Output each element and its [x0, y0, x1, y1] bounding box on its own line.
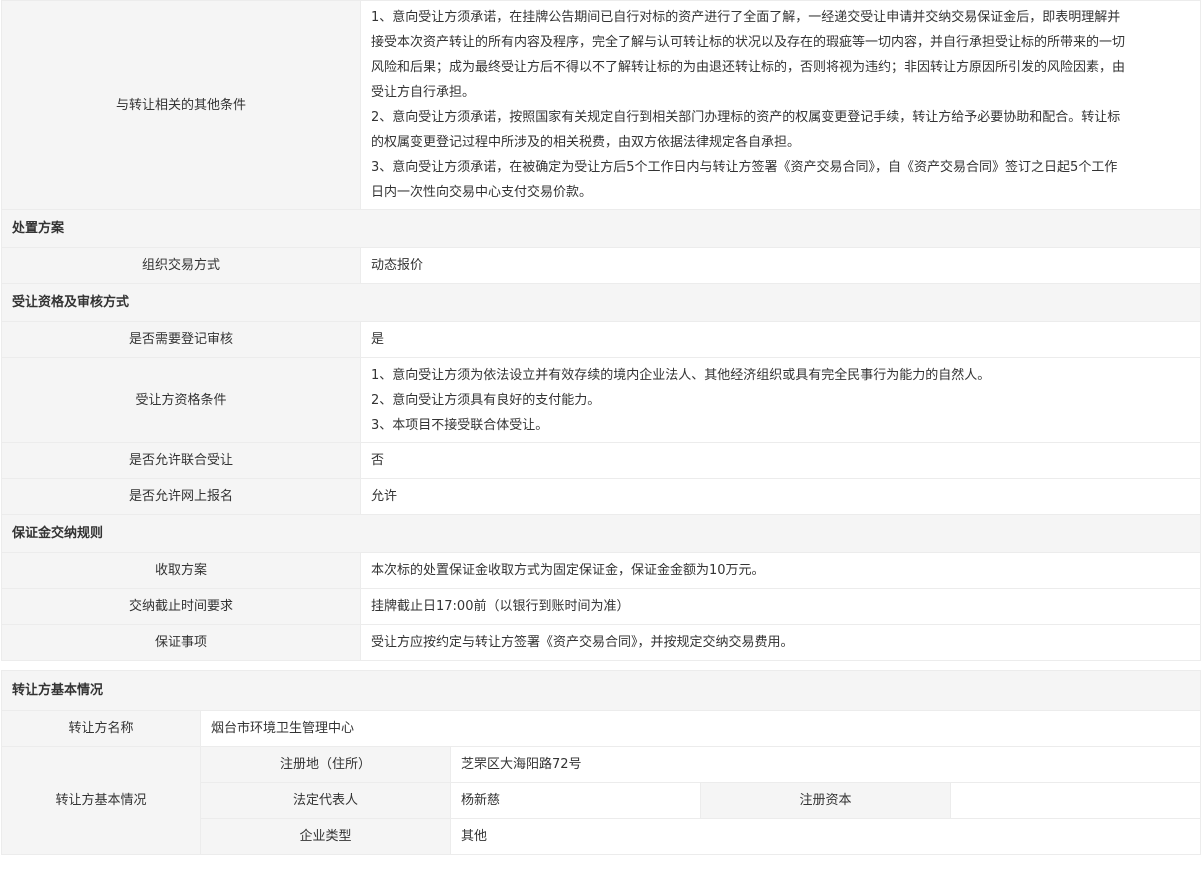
registered-capital-label: 注册资本 — [700, 782, 951, 819]
transferor-table: 转让方基本情况 转让方名称 烟台市环境卫生管理中心 转让方基本情况 注册地（住所… — [0, 670, 1201, 855]
deposit-deadline-value: 挂牌截止日17:00前（以银行到账时间为准） — [360, 588, 1201, 625]
qualification-conditions-row: 受让方资格条件 1、意向受让方须为依法设立并有效存续的境内企业法人、其他经济组织… — [1, 357, 1201, 443]
other-conditions-line: 受让方自行承担。 — [371, 85, 476, 100]
legal-representative-label: 法定代表人 — [200, 782, 451, 819]
other-conditions-label: 与转让相关的其他条件 — [1, 0, 361, 210]
transferor-name-row: 转让方名称 烟台市环境卫生管理中心 — [1, 710, 1201, 747]
qualification-condition-line: 3、本项目不接受联合体受让。 — [371, 417, 549, 433]
other-conditions-line: 2、意向受让方须承诺，按照国家有关规定自行到相关部门办理标的资产的权属变更登记手… — [371, 110, 1121, 125]
qualification-section-header: 受让资格及审核方式 — [1, 283, 1201, 322]
qualification-conditions-label: 受让方资格条件 — [1, 357, 361, 443]
disposal-section-header: 处置方案 — [1, 209, 1201, 248]
transferor-basic-label: 转让方基本情况 — [1, 746, 201, 855]
other-conditions-line: 3、意向受让方须承诺，在被确定为受让方后5个工作日内与转让方签署《资产交易合同》… — [371, 160, 1118, 175]
disposal-header-row: 处置方案 — [1, 209, 1201, 248]
registered-address-value: 芝罘区大海阳路72号 — [449, 746, 1201, 783]
other-conditions-value: 1、意向受让方须承诺，在挂牌公告期间已自行对标的资产进行了全面了解，一经递交受让… — [360, 0, 1201, 210]
deposit-deadline-row: 交纳截止时间要求 挂牌截止日17:00前（以银行到账时间为准） — [1, 588, 1201, 625]
registered-address-label: 注册地（住所） — [200, 746, 451, 783]
deposit-guarantee-row: 保证事项 受让方应按约定与转让方签署《资产交易合同》，并按规定交纳交易费用。 — [1, 624, 1201, 661]
joint-transfer-value: 否 — [360, 442, 1201, 479]
transaction-method-label: 组织交易方式 — [1, 247, 361, 284]
joint-transfer-label: 是否允许联合受让 — [1, 442, 361, 479]
online-registration-value: 允许 — [360, 478, 1201, 515]
enterprise-type-label: 企业类型 — [200, 818, 451, 855]
registration-review-label: 是否需要登记审核 — [1, 321, 361, 358]
transferor-name-value: 烟台市环境卫生管理中心 — [199, 710, 1201, 747]
transferor-header-row: 转让方基本情况 — [0, 670, 1201, 711]
deposit-section-header: 保证金交纳规则 — [1, 514, 1201, 553]
transferor-name-label: 转让方名称 — [1, 710, 201, 747]
deposit-plan-row: 收取方案 本次标的处置保证金收取方式为固定保证金，保证金金额为10万元。 — [1, 552, 1201, 589]
transferor-section-header: 转让方基本情况 — [0, 670, 1201, 711]
deposit-deadline-label: 交纳截止时间要求 — [1, 588, 361, 625]
deposit-header-row: 保证金交纳规则 — [1, 514, 1201, 553]
qualification-condition-line: 1、意向受让方须为依法设立并有效存续的境内企业法人、其他经济组织或具有完全民事行… — [371, 367, 991, 383]
qualification-condition-line: 2、意向受让方须具有良好的支付能力。 — [371, 392, 601, 408]
deposit-plan-value: 本次标的处置保证金收取方式为固定保证金，保证金金额为10万元。 — [360, 552, 1201, 589]
other-conditions-line: 接受本次资产转让的所有内容及程序，完全了解与认可转让标的状况以及存在的瑕疵等一切… — [371, 35, 1126, 50]
other-conditions-line: 风险和后果；成为最终受让方后不得以不了解转让标的为由退还转让标的，否则将视为违约… — [371, 60, 1126, 75]
other-conditions-row: 与转让相关的其他条件 1、意向受让方须承诺，在挂牌公告期间已自行对标的资产进行了… — [1, 0, 1201, 210]
joint-transfer-row: 是否允许联合受让 否 — [1, 442, 1201, 479]
registered-capital-value — [949, 782, 1201, 819]
qualification-header-row: 受让资格及审核方式 — [1, 283, 1201, 322]
transaction-method-value: 动态报价 — [360, 247, 1201, 284]
registration-review-row: 是否需要登记审核 是 — [1, 321, 1201, 358]
enterprise-type-value: 其他 — [449, 818, 1201, 855]
other-conditions-line: 1、意向受让方须承诺，在挂牌公告期间已自行对标的资产进行了全面了解，一经递交受让… — [371, 10, 1121, 25]
transferor-address-row: 转让方基本情况 注册地（住所） 芝罘区大海阳路72号 — [1, 746, 1201, 855]
legal-representative-value: 杨新慈 — [450, 782, 701, 819]
transaction-method-row: 组织交易方式 动态报价 — [1, 247, 1201, 284]
online-registration-row: 是否允许网上报名 允许 — [1, 478, 1201, 515]
other-conditions-line: 的权属变更登记过程中所涉及的相关税费，由双方依据法律规定各自承担。 — [371, 135, 801, 150]
deposit-plan-label: 收取方案 — [1, 552, 361, 589]
qualification-conditions-value: 1、意向受让方须为依法设立并有效存续的境内企业法人、其他经济组织或具有完全民事行… — [360, 357, 1201, 443]
listing-details-table: 与转让相关的其他条件 1、意向受让方须承诺，在挂牌公告期间已自行对标的资产进行了… — [1, 0, 1201, 661]
deposit-guarantee-value: 受让方应按约定与转让方签署《资产交易合同》，并按规定交纳交易费用。 — [360, 624, 1201, 661]
other-conditions-line: 日内一次性向交易中心支付交易价款。 — [371, 185, 593, 200]
online-registration-label: 是否允许网上报名 — [1, 478, 361, 515]
registration-review-value: 是 — [360, 321, 1201, 358]
deposit-guarantee-label: 保证事项 — [1, 624, 361, 661]
